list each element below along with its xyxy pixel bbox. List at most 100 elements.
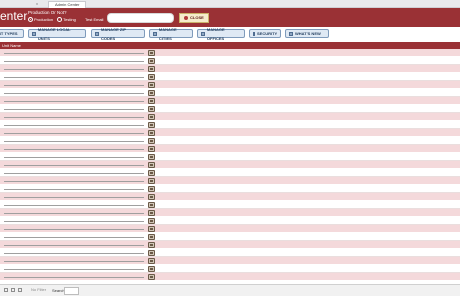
table-row[interactable] <box>0 257 460 265</box>
manage-cities-button[interactable]: MANAGE CITIES <box>149 27 193 41</box>
unit-name-field[interactable] <box>4 273 144 281</box>
table-row[interactable] <box>0 241 460 249</box>
whats-new-button[interactable]: WHAT'S NEW <box>285 29 329 38</box>
delete-icon[interactable] <box>148 82 155 88</box>
delete-icon[interactable] <box>148 162 155 168</box>
delete-icon[interactable] <box>148 138 155 144</box>
table-row[interactable] <box>0 97 460 105</box>
unit-name-field[interactable] <box>4 169 144 177</box>
delete-icon[interactable] <box>148 178 155 184</box>
delete-icon[interactable] <box>148 266 155 272</box>
table-row[interactable] <box>0 145 460 153</box>
radio-testing[interactable]: Testing <box>57 17 76 23</box>
unit-name-field[interactable] <box>4 105 144 113</box>
table-row[interactable] <box>0 89 460 97</box>
delete-icon[interactable] <box>148 210 155 216</box>
delete-icon[interactable] <box>148 186 155 192</box>
unit-name-field[interactable] <box>4 137 144 145</box>
table-row[interactable] <box>0 177 460 185</box>
delete-icon[interactable] <box>148 226 155 232</box>
unit-name-field[interactable] <box>4 265 144 273</box>
table-row[interactable] <box>0 121 460 129</box>
delete-icon[interactable] <box>148 146 155 152</box>
delete-icon[interactable] <box>148 202 155 208</box>
delete-icon[interactable] <box>148 154 155 160</box>
unit-name-field[interactable] <box>4 129 144 137</box>
table-row[interactable] <box>0 129 460 137</box>
nav-types-button[interactable]: NT TYPES <box>0 29 24 38</box>
delete-icon[interactable] <box>148 114 155 120</box>
unit-name-field[interactable] <box>4 97 144 105</box>
table-row[interactable] <box>0 49 460 57</box>
table-row[interactable] <box>0 209 460 217</box>
unit-name-field[interactable] <box>4 113 144 121</box>
manage-local-units-button[interactable]: MANAGE LOCAL UNITS <box>28 27 86 41</box>
unit-name-field[interactable] <box>4 65 144 73</box>
unit-name-field[interactable] <box>4 81 144 89</box>
table-row[interactable] <box>0 161 460 169</box>
unit-name-field[interactable] <box>4 177 144 185</box>
unit-name-field[interactable] <box>4 249 144 257</box>
unit-name-field[interactable] <box>4 57 144 65</box>
table-row[interactable] <box>0 105 460 113</box>
delete-icon[interactable] <box>148 242 155 248</box>
first-record-icon[interactable] <box>4 287 8 292</box>
close-button[interactable]: CLOSE <box>179 13 209 23</box>
table-row[interactable] <box>0 185 460 193</box>
table-row[interactable] <box>0 233 460 241</box>
delete-icon[interactable] <box>148 274 155 280</box>
search-input[interactable] <box>64 287 79 295</box>
table-row[interactable] <box>0 57 460 65</box>
next-record-icon[interactable] <box>18 287 22 292</box>
table-row[interactable] <box>0 265 460 273</box>
delete-icon[interactable] <box>148 218 155 224</box>
unit-name-field[interactable] <box>4 73 144 81</box>
delete-icon[interactable] <box>148 170 155 176</box>
table-row[interactable] <box>0 81 460 89</box>
prev-record-icon[interactable] <box>11 287 15 292</box>
table-row[interactable] <box>0 113 460 121</box>
delete-icon[interactable] <box>148 98 155 104</box>
table-row[interactable] <box>0 273 460 281</box>
delete-icon[interactable] <box>148 130 155 136</box>
unit-name-field[interactable] <box>4 121 144 129</box>
table-row[interactable] <box>0 65 460 73</box>
table-row[interactable] <box>0 153 460 161</box>
unit-name-field[interactable] <box>4 193 144 201</box>
table-row[interactable] <box>0 249 460 257</box>
browser-tab[interactable]: Admin Center <box>48 1 87 8</box>
table-row[interactable] <box>0 193 460 201</box>
delete-icon[interactable] <box>148 194 155 200</box>
table-row[interactable] <box>0 201 460 209</box>
unit-name-field[interactable] <box>4 209 144 217</box>
delete-icon[interactable] <box>148 106 155 112</box>
unit-name-field[interactable] <box>4 153 144 161</box>
manage-offices-button[interactable]: MANAGE OFFICES <box>197 27 245 41</box>
table-row[interactable] <box>0 73 460 81</box>
delete-icon[interactable] <box>148 74 155 80</box>
delete-icon[interactable] <box>148 90 155 96</box>
test-email-input[interactable] <box>107 13 174 23</box>
unit-name-field[interactable] <box>4 49 144 57</box>
delete-icon[interactable] <box>148 250 155 256</box>
delete-icon[interactable] <box>148 66 155 72</box>
table-row[interactable] <box>0 217 460 225</box>
table-row[interactable] <box>0 169 460 177</box>
table-row[interactable] <box>0 137 460 145</box>
tab-close-icon[interactable]: x <box>36 1 38 7</box>
unit-name-field[interactable] <box>4 257 144 265</box>
unit-name-field[interactable] <box>4 241 144 249</box>
delete-icon[interactable] <box>148 58 155 64</box>
delete-icon[interactable] <box>148 258 155 264</box>
unit-name-field[interactable] <box>4 225 144 233</box>
table-row[interactable] <box>0 225 460 233</box>
unit-name-field[interactable] <box>4 145 144 153</box>
unit-name-field[interactable] <box>4 89 144 97</box>
unit-name-field[interactable] <box>4 185 144 193</box>
unit-name-field[interactable] <box>4 217 144 225</box>
unit-name-field[interactable] <box>4 161 144 169</box>
radio-production[interactable]: Production <box>28 17 53 23</box>
delete-icon[interactable] <box>148 50 155 56</box>
delete-icon[interactable] <box>148 122 155 128</box>
security-button[interactable]: SECURITY <box>249 29 281 38</box>
